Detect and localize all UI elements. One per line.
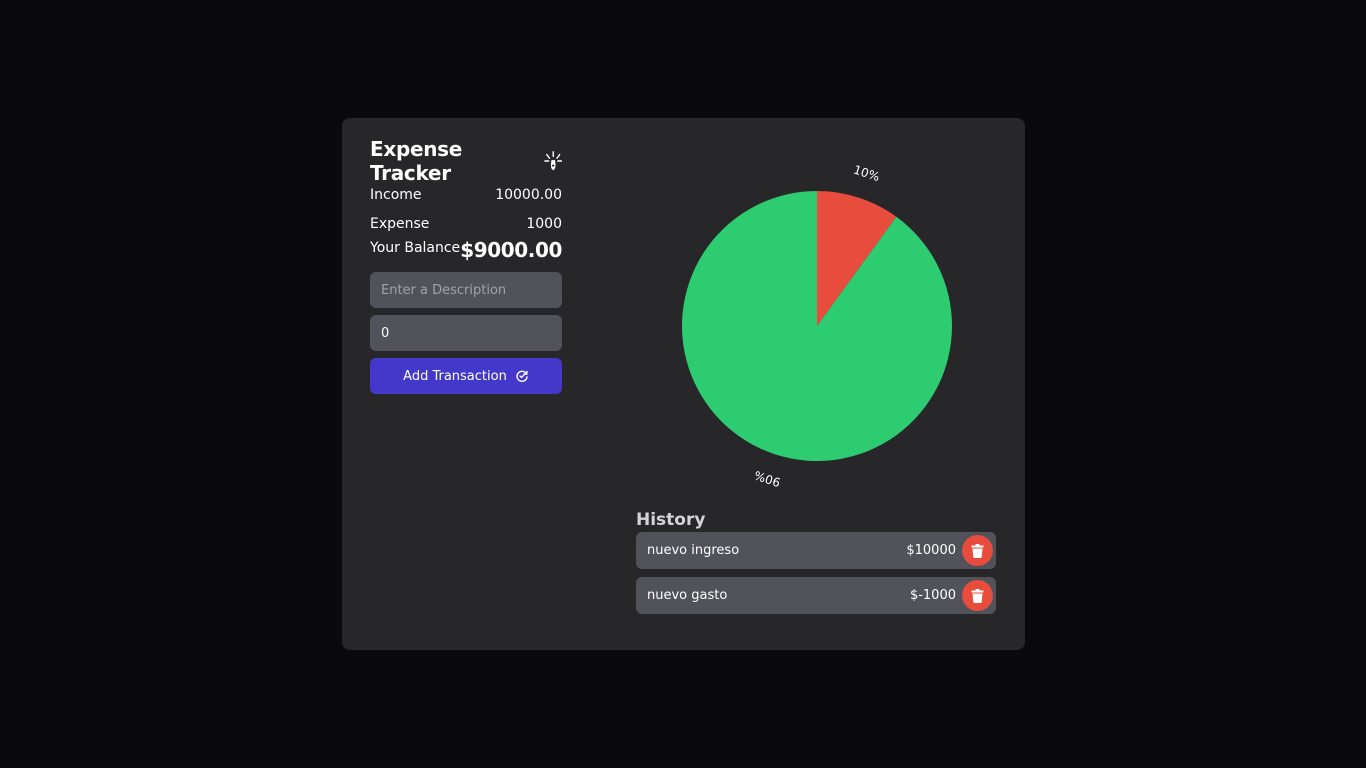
income-value: 10000.00: [495, 186, 562, 203]
history-item-amount: $-1000: [909, 588, 956, 603]
delete-button[interactable]: [962, 535, 993, 566]
income-label: Income: [370, 186, 422, 203]
expense-value: 1000: [526, 215, 562, 232]
history-item: nuevo gasto $-1000: [636, 577, 996, 614]
balance-value: $9000.00: [460, 238, 562, 262]
left-panel: Expense Tracker Income 10000.00 Expense …: [370, 137, 562, 394]
history-title: History: [636, 510, 706, 530]
pie-slice-label: 90%: [753, 468, 783, 490]
history-list: nuevo ingreso $10000 nuevo gasto $-1000: [636, 532, 996, 614]
history-item: nuevo ingreso $10000: [636, 532, 996, 569]
add-transaction-label: Add Transaction: [403, 368, 507, 384]
pie-chart: 10% 90%: [662, 158, 972, 498]
pie-slice: [682, 191, 952, 462]
trash-icon: [971, 543, 984, 558]
history-item-description: nuevo gasto: [647, 588, 728, 603]
history-item-amount: $10000: [906, 543, 956, 558]
balance-label: Your Balance: [370, 240, 461, 256]
expense-tracker-card: Expense Tracker Income 10000.00 Expense …: [342, 118, 1025, 650]
app-title: Expense Tracker: [370, 137, 463, 185]
history-section: History nuevo ingreso $10000 nuevo gasto…: [636, 508, 996, 622]
amount-input[interactable]: [370, 315, 562, 351]
description-input[interactable]: [370, 272, 562, 308]
balance-row: Your Balance $9000.00: [370, 238, 562, 272]
delete-button[interactable]: [962, 580, 993, 611]
history-item-description: nuevo ingreso: [647, 543, 740, 558]
expense-row: Expense 1000: [370, 209, 562, 238]
add-transaction-button[interactable]: Add Transaction: [370, 358, 562, 394]
sparkle-fountain-pen-icon: [543, 151, 562, 171]
expense-label: Expense: [370, 215, 430, 232]
header: Expense Tracker: [370, 137, 562, 185]
pie-slice-label: 10%: [852, 163, 882, 185]
pie-chart-svg: 10% 90%: [682, 163, 952, 490]
refresh-cycle-icon: [516, 370, 528, 382]
trash-icon: [971, 588, 984, 603]
